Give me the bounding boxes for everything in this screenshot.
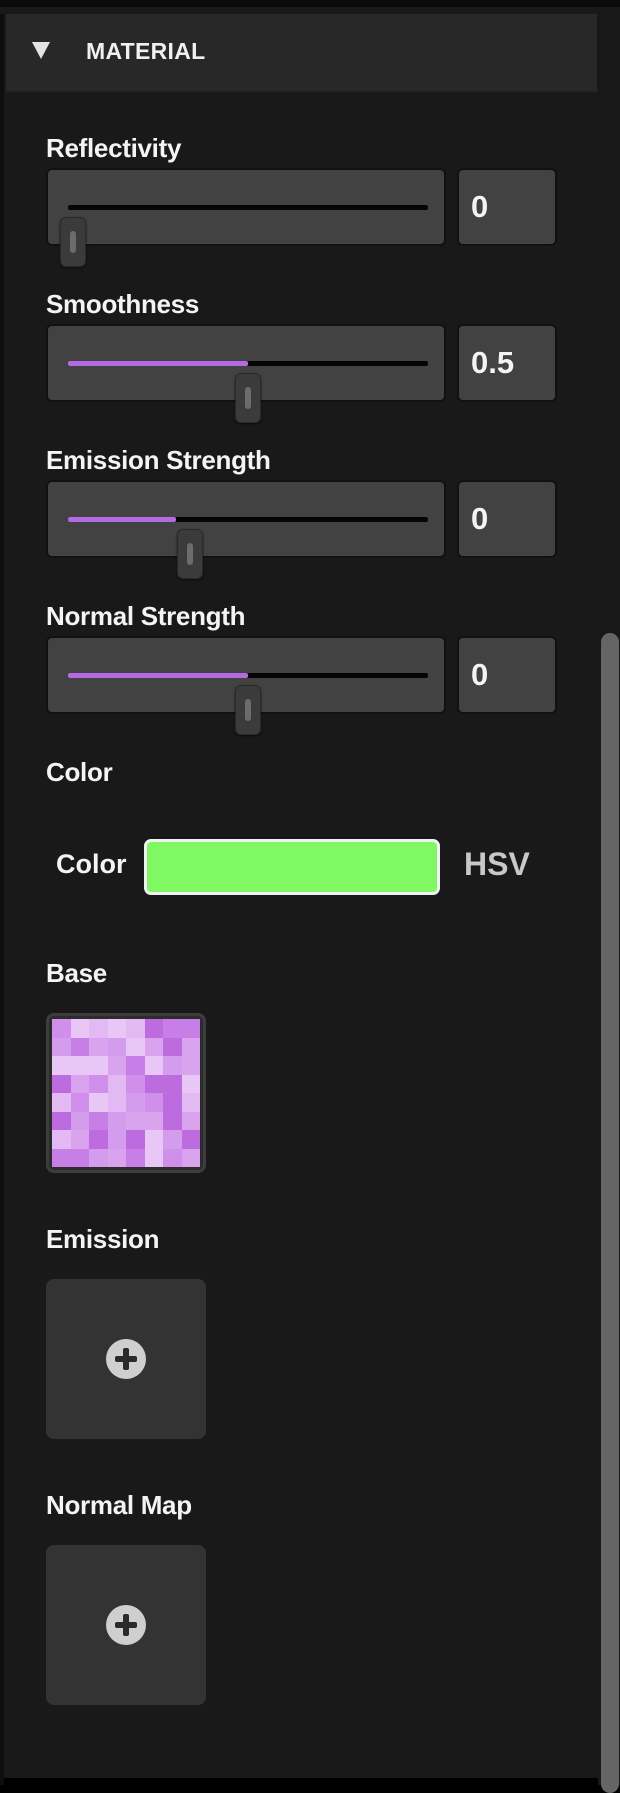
slider-track	[60, 205, 428, 267]
panel-left-edge	[0, 14, 4, 1785]
purple-checker-texture-icon	[52, 1019, 200, 1167]
scrollbar-thumb[interactable]	[601, 633, 619, 1793]
slider-thumb[interactable]	[235, 685, 261, 735]
base-label: Base	[46, 958, 107, 988]
plus-icon[interactable]	[106, 1605, 146, 1645]
normal-strength-slider[interactable]	[46, 636, 446, 735]
slider-thumb[interactable]	[60, 217, 87, 267]
slider-thumb[interactable]	[177, 529, 204, 579]
reflectivity-value-input[interactable]: 0	[457, 168, 557, 246]
normal-map-label: Normal Map	[46, 1490, 192, 1520]
emission-strength-value-input[interactable]: 0	[457, 480, 557, 558]
smoothness-slider[interactable]	[46, 324, 446, 423]
slider-track	[68, 517, 428, 579]
slider-fill	[68, 517, 176, 522]
material-panel: MATERIAL Reflectivity 0 Smoothness 0.5 E…	[0, 0, 620, 1793]
color-swatch-button[interactable]	[144, 839, 440, 895]
material-section-header[interactable]: MATERIAL	[6, 14, 597, 92]
triangle-down-icon[interactable]	[32, 42, 50, 59]
emission-texture-slot[interactable]	[46, 1279, 206, 1439]
normal-map-texture-slot[interactable]	[46, 1545, 206, 1705]
color-mode-toggle[interactable]: HSV	[464, 846, 530, 883]
plus-icon[interactable]	[106, 1339, 146, 1379]
smoothness-label: Smoothness	[46, 289, 200, 319]
emission-strength-slider[interactable]	[46, 480, 446, 579]
emission-label: Emission	[46, 1224, 160, 1254]
slider-track	[68, 361, 428, 423]
slider-track	[68, 673, 428, 735]
slider-fill	[68, 673, 248, 678]
color-heading: Color	[46, 757, 113, 787]
reflectivity-slider[interactable]	[46, 168, 446, 267]
normal-strength-value-input[interactable]: 0	[457, 636, 557, 714]
normal-strength-label: Normal Strength	[46, 601, 246, 631]
slider-thumb[interactable]	[235, 373, 261, 423]
color-row-label: Color	[56, 849, 127, 879]
section-title: MATERIAL	[86, 38, 206, 64]
smoothness-value-input[interactable]: 0.5	[457, 324, 557, 402]
slider-fill	[68, 361, 248, 366]
emission-strength-label: Emission Strength	[46, 445, 271, 475]
base-texture-slot[interactable]	[46, 1013, 206, 1173]
reflectivity-label: Reflectivity	[46, 133, 182, 163]
